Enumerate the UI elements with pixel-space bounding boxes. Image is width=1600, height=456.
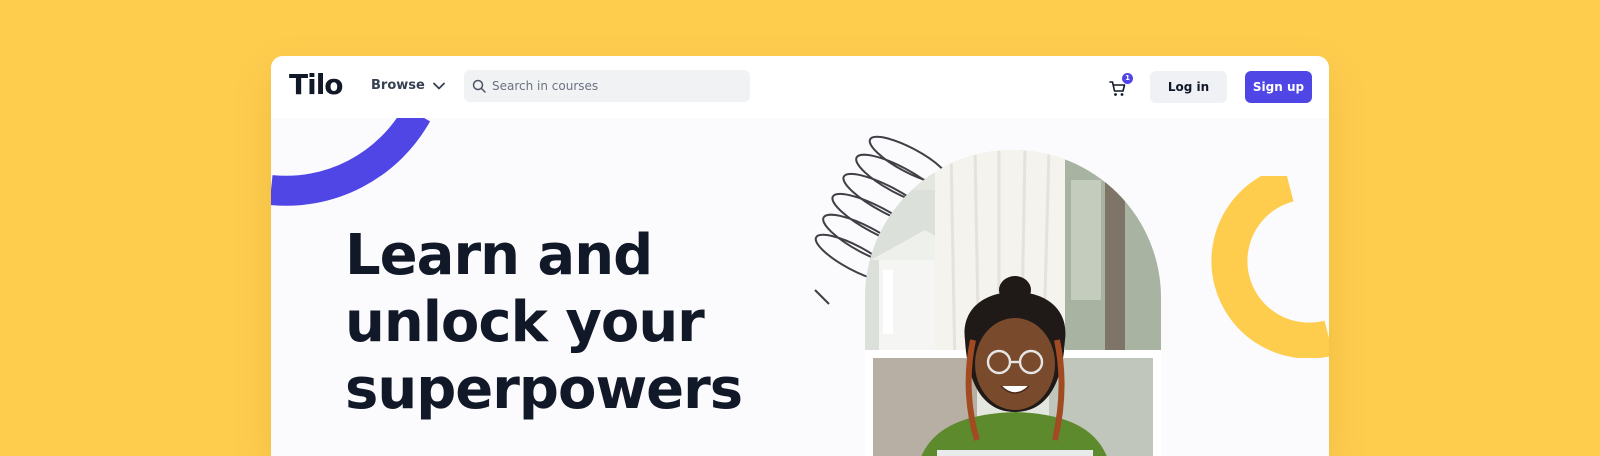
logo[interactable]: Tilo — [289, 68, 344, 101]
browse-menu[interactable]: Browse — [371, 78, 445, 93]
search-bar[interactable] — [464, 70, 750, 102]
cart-button[interactable]: 1 — [1109, 73, 1133, 100]
navbar: Tilo Browse 1 Log in Sign up — [271, 56, 1329, 118]
student-illustration — [865, 150, 1161, 456]
hero-title: Learn and unlock your superpowers — [345, 223, 743, 422]
signup-button[interactable]: Sign up — [1245, 71, 1312, 103]
cart-count-badge: 1 — [1122, 73, 1133, 84]
search-icon — [472, 79, 486, 93]
login-button[interactable]: Log in — [1150, 71, 1227, 103]
hero-photo — [865, 150, 1161, 456]
chevron-down-icon — [432, 82, 445, 89]
search-input[interactable] — [492, 79, 742, 93]
browser-window: Tilo Browse 1 Log in Sign up — [271, 56, 1329, 456]
purple-arc-decoration — [271, 118, 431, 206]
yellow-arc-decoration — [1211, 176, 1329, 358]
browse-label: Browse — [371, 78, 425, 93]
hero-section: Learn and unlock your superpowers — [271, 118, 1329, 456]
